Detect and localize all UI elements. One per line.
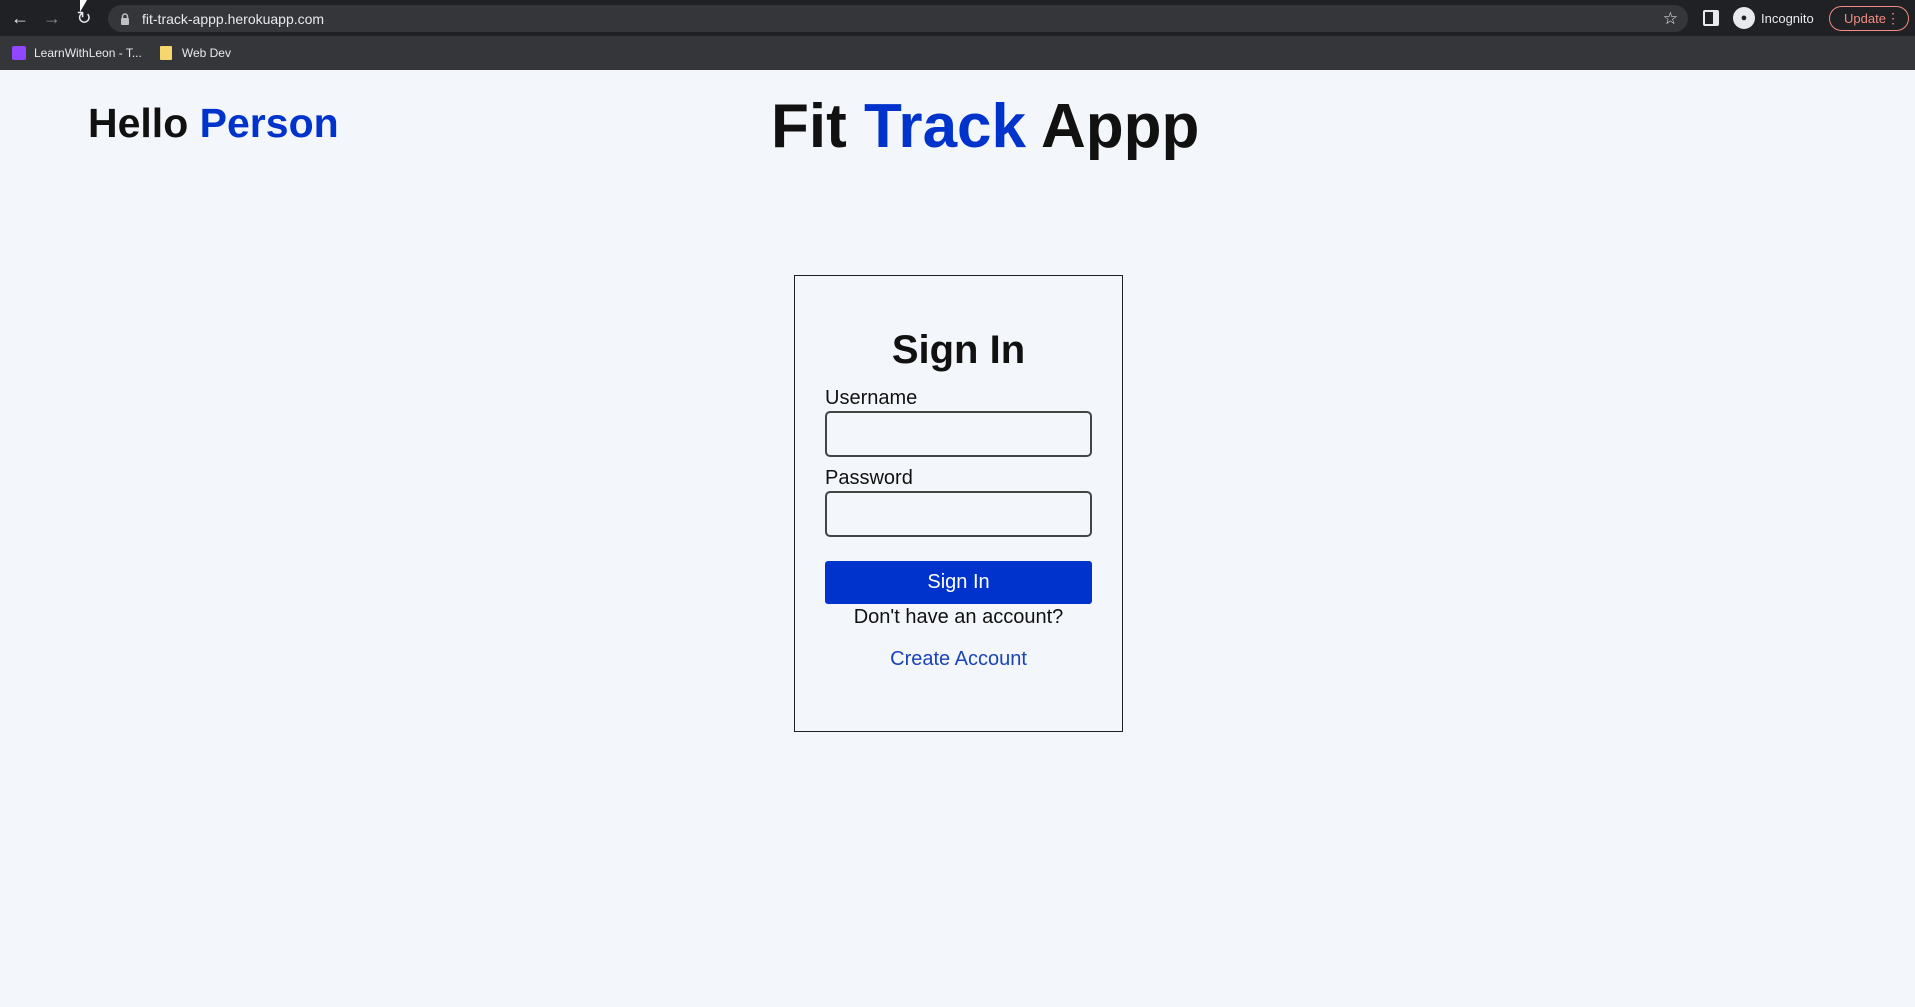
signin-button[interactable]: Sign In <box>825 561 1092 604</box>
create-account-link[interactable]: Create Account <box>795 648 1122 671</box>
incognito-icon: ● <box>1733 7 1755 29</box>
twitch-icon <box>12 46 26 60</box>
app-title-part1: Fit <box>771 92 847 161</box>
folder-icon <box>159 46 172 60</box>
password-input[interactable] <box>825 491 1092 537</box>
page-content: Hello Person Fit Track Appp Sign In User… <box>0 70 1915 1007</box>
lock-icon <box>121 12 129 25</box>
username-label: Username <box>825 387 918 409</box>
browser-toolbar: ← → ↻ fit-track-appp.herokuapp.com ☆ ● I… <box>0 0 1915 36</box>
signin-heading: Sign In <box>891 328 1026 372</box>
forward-icon[interactable]: → <box>40 6 64 30</box>
app-title-part3: Appp <box>1040 92 1200 161</box>
bookmark-web-dev[interactable]: Web Dev <box>159 46 231 60</box>
greeting-word: Hello <box>88 100 189 146</box>
back-icon[interactable]: ← <box>8 6 32 30</box>
update-label: Update <box>1844 11 1886 26</box>
username-input[interactable] <box>825 411 1092 457</box>
bookmark-star-icon[interactable]: ☆ <box>1663 9 1678 29</box>
bookmarks-bar: LearnWithLeon - T... Web Dev <box>0 36 1915 70</box>
address-bar[interactable]: fit-track-appp.herokuapp.com ☆ <box>108 5 1688 32</box>
app-title-part2: Track <box>863 92 1027 161</box>
incognito-label: Incognito <box>1761 10 1814 26</box>
bookmark-learnwithleon[interactable]: LearnWithLeon - T... <box>12 46 142 60</box>
bookmark-label: LearnWithLeon - T... <box>34 46 142 60</box>
password-label: Password <box>825 467 913 489</box>
bookmark-label: Web Dev <box>181 46 231 60</box>
app-title: Fit Track Appp <box>771 91 1199 162</box>
incognito-indicator[interactable]: ● Incognito <box>1733 7 1814 29</box>
greeting: Hello Person <box>88 100 339 147</box>
no-account-text: Don't have an account? <box>853 606 1064 628</box>
greeting-name: Person <box>199 100 339 146</box>
url-text: fit-track-appp.herokuapp.com <box>142 10 325 27</box>
signin-form: Sign In Username Password Sign In Don't … <box>794 275 1123 732</box>
menu-dots-icon: ⋮ <box>1886 10 1900 26</box>
update-button[interactable]: Update ⋮ <box>1829 6 1909 31</box>
mouse-cursor-icon <box>80 0 87 12</box>
side-panel-icon[interactable] <box>1703 10 1719 26</box>
